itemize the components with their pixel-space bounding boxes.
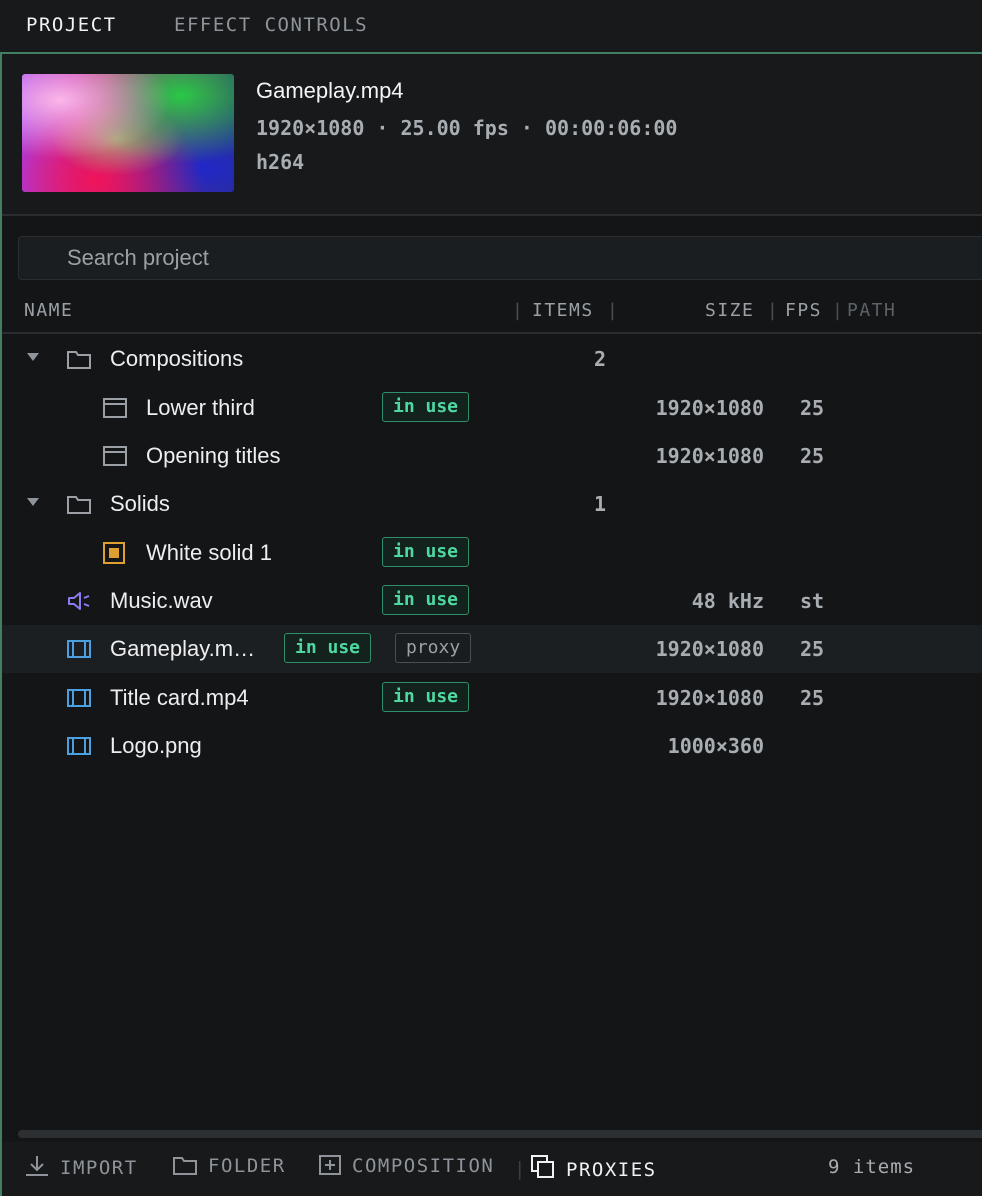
import-label: IMPORT <box>60 1157 138 1179</box>
list-item[interactable]: White solid 1 in use <box>2 529 982 577</box>
speaker-icon <box>68 592 90 610</box>
list-item[interactable]: Title card.mp4 in use 1920×1080 25 <box>2 674 982 722</box>
row-label: White solid 1 <box>146 540 272 565</box>
row-label: Gameplay.m… <box>110 636 256 661</box>
column-separator[interactable]: | <box>767 300 779 321</box>
composition-icon <box>103 398 127 418</box>
new-composition-button[interactable]: COMPOSITION <box>318 1154 494 1177</box>
preview-thumbnail <box>22 74 234 192</box>
row-fps: 25 <box>800 637 825 661</box>
footer-toolbar: IMPORT FOLDER COMPOSITION | PROXIES 9 it… <box>2 1142 982 1196</box>
in-use-badge: in use <box>382 585 470 615</box>
row-size: 1920×1080 <box>655 637 764 661</box>
footer-divider: | <box>514 1158 526 1180</box>
list-item[interactable]: Music.wav in use 48 kHz st <box>2 577 982 625</box>
preview-header: Gameplay.mp4 1920×1080 · 25.00 fps · 00:… <box>2 54 982 216</box>
proxies-label: PROXIES <box>566 1159 657 1181</box>
column-name[interactable]: NAME <box>24 300 73 321</box>
row-label: Title card.mp4 <box>110 685 249 710</box>
row-label: Opening titles <box>146 443 281 468</box>
tab-effect-controls[interactable]: EFFECT CONTROLS <box>174 14 368 36</box>
row-size: 1920×1080 <box>655 396 764 420</box>
horizontal-scrollbar[interactable] <box>18 1130 982 1138</box>
solid-icon <box>103 542 125 564</box>
row-fps: st <box>800 589 825 613</box>
row-items-count: 2 <box>593 347 606 371</box>
in-use-badge: in use <box>382 537 470 567</box>
folder-label: FOLDER <box>208 1155 286 1177</box>
column-separator[interactable]: | <box>607 300 619 321</box>
proxies-button[interactable]: PROXIES <box>530 1154 657 1181</box>
row-label: Compositions <box>110 346 244 371</box>
download-icon <box>26 1156 48 1176</box>
row-label: Music.wav <box>110 588 213 613</box>
search-box <box>18 236 982 280</box>
folder-row-compositions[interactable]: Compositions 2 <box>2 335 982 383</box>
row-label: Solids <box>110 491 170 516</box>
folder-icon <box>173 1157 197 1175</box>
column-path[interactable]: PATH <box>847 300 896 321</box>
composition-label: COMPOSITION <box>352 1155 495 1177</box>
row-fps: 25 <box>800 396 825 420</box>
film-icon <box>67 737 91 755</box>
row-size: 1920×1080 <box>655 444 764 468</box>
row-size: 1000×360 <box>667 734 764 758</box>
row-size: 1920×1080 <box>655 686 764 710</box>
row-label: Lower third <box>146 395 255 420</box>
item-count: 9 items <box>828 1156 916 1178</box>
column-fps[interactable]: FPS <box>785 300 822 321</box>
preview-codec: h264 <box>256 150 305 174</box>
column-separator[interactable]: | <box>512 300 524 321</box>
preview-details: 1920×1080 · 25.00 fps · 00:00:06:00 <box>256 116 678 140</box>
list-item-selected[interactable]: Gameplay.m… in use proxy 1920×1080 25 <box>2 625 982 673</box>
in-use-badge: in use <box>284 633 372 663</box>
film-icon <box>67 640 91 658</box>
collapse-caret-icon[interactable] <box>27 353 39 361</box>
row-fps: 25 <box>800 686 825 710</box>
proxy-badge: proxy <box>395 633 472 663</box>
list-item[interactable]: Logo.png 1000×360 <box>2 722 982 770</box>
preview-filename: Gameplay.mp4 <box>256 78 404 103</box>
row-size: 48 kHz <box>691 589 764 613</box>
folder-icon <box>67 351 91 369</box>
row-items-count: 1 <box>593 492 606 516</box>
project-panel: Gameplay.mp4 1920×1080 · 25.00 fps · 00:… <box>0 52 982 1196</box>
in-use-badge: in use <box>382 392 470 422</box>
column-size[interactable]: SIZE <box>705 300 754 321</box>
list-item[interactable]: Opening titles 1920×1080 25 <box>2 432 982 480</box>
copy-icon <box>531 1155 554 1178</box>
tab-project[interactable]: PROJECT <box>26 14 117 36</box>
collapse-caret-icon[interactable] <box>27 498 39 506</box>
import-button[interactable]: IMPORT <box>24 1154 138 1179</box>
column-separator[interactable]: | <box>832 300 844 321</box>
search-input[interactable] <box>19 237 982 279</box>
row-fps: 25 <box>800 444 825 468</box>
folder-icon <box>67 496 91 514</box>
film-icon <box>67 689 91 707</box>
panel-tabs: PROJECT EFFECT CONTROLS <box>0 0 982 52</box>
in-use-badge: in use <box>382 682 470 712</box>
row-label: Logo.png <box>110 733 202 758</box>
column-headers: NAME | ITEMS | SIZE | FPS | PATH <box>2 294 982 334</box>
new-folder-button[interactable]: FOLDER <box>172 1154 286 1177</box>
list-item[interactable]: Lower third in use 1920×1080 25 <box>2 384 982 432</box>
column-items[interactable]: ITEMS <box>532 300 594 321</box>
add-box-icon <box>319 1155 341 1175</box>
composition-icon <box>103 446 127 466</box>
folder-row-solids[interactable]: Solids 1 <box>2 480 982 528</box>
